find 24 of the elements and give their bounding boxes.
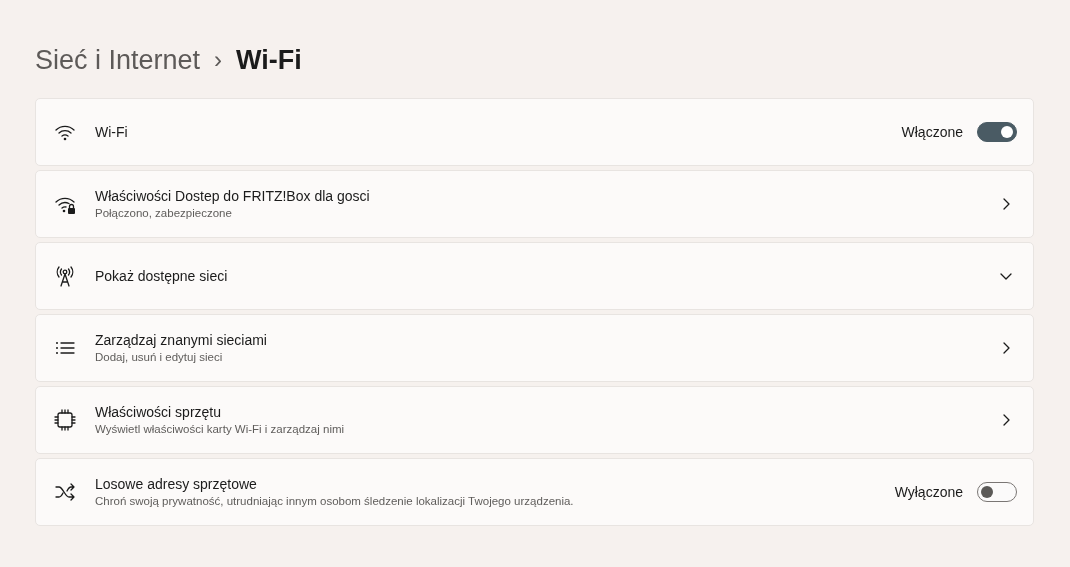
setting-description: Wyświetl właściwości karty Wi-Fi i zarządzaj nimi — [95, 422, 346, 438]
setting-row[interactable]: Wi-Fi Włączone — [35, 98, 1034, 167]
setting-description: Chroń swoją prywatność, utrudniając innym osobom śledzenie lokalizacji Twojego urządzenia. — [95, 494, 575, 510]
setting-title: Losowe adresy sprzętowe — [95, 475, 258, 494]
setting-row[interactable]: Losowe adresy sprzętowe Chroń swoją prywatność, utrudniając innym osobom śledzenie lokalizacji Twojego urządzenia. Wyłączone — [35, 458, 1034, 527]
setting-title: Właściwości sprzętu — [95, 403, 223, 422]
breadcrumb-link[interactable]: Sieć i Internet — [35, 44, 201, 77]
setting-row[interactable]: Zarządzaj znanymi sieciami Dodaj, usuń i edytuj sieci — [35, 314, 1034, 383]
setting-row[interactable]: Właściwości sprzętu Wyświetl właściwości karty Wi-Fi i zarządzaj nimi — [35, 386, 1034, 455]
setting-row[interactable]: Właściwości Dostep do FRITZ!Box dla gosci Połączono, zabezpieczone — [35, 170, 1034, 239]
setting-title: Pokaż dostępne sieci — [95, 267, 229, 286]
setting-title: Właściwości Dostep do FRITZ!Box dla gosci — [95, 187, 371, 206]
toggle-status: Wyłączone — [894, 482, 963, 502]
toggle-status: Włączone — [901, 122, 963, 142]
breadcrumb-separator: › — [214, 45, 223, 75]
setting-description: Dodaj, usuń i edytuj sieci — [95, 350, 224, 366]
chip-icon — [53, 408, 77, 433]
page-title: Wi-Fi — [236, 44, 302, 77]
toggle-switch[interactable] — [977, 122, 1017, 143]
toggle-switch[interactable] — [977, 482, 1017, 503]
setting-title: Zarządzaj znanymi sieciami — [95, 331, 268, 350]
setting-row[interactable]: Pokaż dostępne sieci — [35, 242, 1034, 311]
setting-description: Połączono, zabezpieczone — [95, 206, 233, 222]
setting-title: Wi-Fi — [95, 123, 129, 142]
